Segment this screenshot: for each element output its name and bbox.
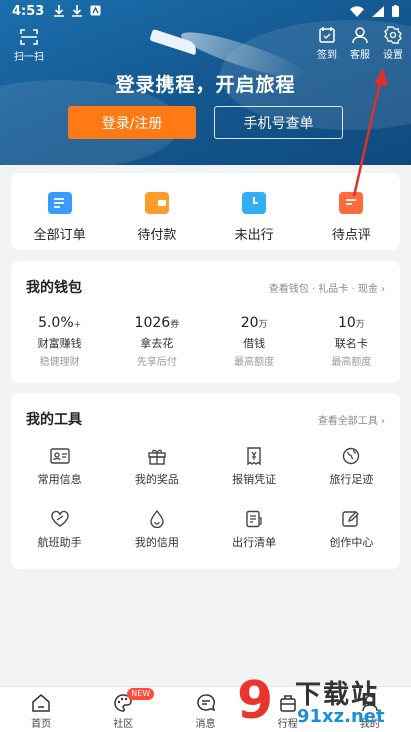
credit-drop-icon — [150, 510, 164, 528]
edit-icon — [342, 511, 360, 527]
wallet-item-wealth[interactable]: 5.0%+ 财富赚钱 稳健理财 — [11, 315, 108, 368]
tool-contact-info[interactable]: 常用信息 — [11, 447, 108, 487]
wallet-value: 5.0% — [38, 315, 74, 331]
tab-community[interactable]: NEW 社区 — [82, 687, 164, 732]
status-time: 4:53 — [12, 3, 45, 19]
order-unpaid-label: 待付款 — [137, 228, 177, 243]
status-bar: 4:53 — [0, 0, 411, 22]
heart-plane-icon — [50, 510, 69, 527]
gift-icon — [148, 449, 166, 465]
tools-title: 我的工具 — [26, 412, 82, 428]
clock-ticket-icon — [242, 192, 267, 214]
tool-flight-assistant[interactable]: 航班助手 — [11, 510, 108, 550]
scan-icon — [20, 29, 38, 45]
signin-button[interactable]: 签到 — [309, 26, 345, 61]
id-card-icon — [49, 448, 70, 464]
app-notification-icon — [90, 5, 101, 16]
tab-label: 社区 — [113, 719, 134, 730]
tool-label: 我的信用 — [134, 536, 179, 549]
wallet-title: 我的钱包 — [26, 280, 82, 296]
wallet-sublabel: 稳健理财 — [39, 357, 80, 368]
wallet-more-link[interactable]: 查看钱包 · 礼品卡 · 现金 › — [269, 280, 385, 295]
login-register-button[interactable]: 登录/注册 — [68, 106, 196, 139]
tool-creator-center[interactable]: 创作中心 — [303, 510, 400, 550]
tool-label: 常用信息 — [37, 473, 82, 486]
wallet-label: 联名卡 — [334, 337, 368, 350]
tools-card: 我的工具 查看全部工具 › 常用信息 我的奖品 报销凭证 旅行足迹 航班助手 我… — [11, 393, 400, 569]
scan-button[interactable]: 扫一扫 — [11, 28, 47, 63]
tool-travel-checklist[interactable]: 出行清单 — [206, 510, 303, 550]
service-person-icon — [352, 27, 368, 44]
order-upcoming-button[interactable]: 未出行 — [206, 173, 303, 250]
comment-icon — [339, 192, 364, 214]
order-upcoming-label: 未出行 — [234, 228, 274, 243]
wallet-unit: 万 — [355, 320, 365, 330]
calendar-check-icon — [319, 27, 335, 43]
download-icon — [54, 5, 65, 17]
tab-label: 首页 — [31, 719, 52, 730]
wallet-item-loan[interactable]: 20万 借钱 最高额度 — [206, 315, 303, 368]
wallet-sublabel: 最高额度 — [234, 357, 275, 368]
tool-my-prizes[interactable]: 我的奖品 — [108, 447, 205, 487]
service-label: 客服 — [350, 50, 370, 61]
tab-messages[interactable]: 消息 — [164, 687, 246, 732]
tool-label: 出行清单 — [232, 536, 277, 549]
download-icon — [72, 5, 83, 17]
order-shortcuts-card: 全部订单 待付款 未出行 待点评 — [11, 173, 400, 250]
wallet-value: 20 — [240, 315, 259, 331]
message-icon — [196, 694, 215, 712]
watermark-logo: 9 — [237, 671, 274, 731]
login-prompt-title: 登录携程，开启旅程 — [115, 74, 296, 96]
tool-travel-footprint[interactable]: 旅行足迹 — [303, 447, 400, 487]
customer-service-button[interactable]: 客服 — [342, 26, 378, 61]
wallet-item-nqh[interactable]: 1026券 拿去花 先享后付 — [108, 315, 205, 368]
site-watermark: 9 下载站 91xz.net — [237, 672, 407, 732]
wifi-icon — [350, 5, 364, 17]
tool-label: 创作中心 — [329, 536, 374, 549]
tool-my-credit[interactable]: 我的信用 — [108, 510, 205, 550]
tab-home[interactable]: 首页 — [0, 687, 82, 732]
gear-icon — [384, 26, 402, 44]
tools-more-link[interactable]: 查看全部工具 › — [318, 412, 385, 427]
watermark-url: 91xz.net — [297, 706, 385, 727]
globe-icon — [343, 447, 360, 465]
wallet-sublabel: 最高额度 — [331, 357, 372, 368]
wallet-icon — [144, 192, 169, 214]
settings-label: 设置 — [383, 50, 403, 61]
signin-label: 签到 — [317, 50, 337, 61]
notification-icons — [54, 5, 101, 17]
order-all-button[interactable]: 全部订单 — [11, 173, 108, 250]
tool-label: 航班助手 — [37, 536, 82, 549]
phone-order-lookup-button[interactable]: 手机号查单 — [214, 106, 343, 139]
settings-button[interactable]: 设置 — [375, 26, 411, 61]
wallet-unit: 券 — [170, 320, 180, 330]
order-review-button[interactable]: 待点评 — [303, 173, 400, 250]
tool-reimbursement[interactable]: 报销凭证 — [206, 447, 303, 487]
home-icon — [32, 694, 50, 712]
signal-icon — [372, 5, 384, 17]
wallet-unit: 万 — [258, 320, 268, 330]
wallet-value: 10 — [337, 315, 356, 331]
order-all-label: 全部订单 — [33, 228, 86, 243]
tool-label: 我的奖品 — [134, 473, 179, 486]
order-unpaid-button[interactable]: 待付款 — [108, 173, 205, 250]
tab-label: 消息 — [195, 719, 216, 730]
battery-icon — [392, 5, 399, 17]
wallet-sublabel: 先享后付 — [136, 357, 177, 368]
wallet-label: 财富赚钱 — [37, 337, 82, 350]
checklist-icon — [246, 510, 262, 528]
wallet-card: 我的钱包 查看钱包 · 礼品卡 · 现金 › 5.0%+ 财富赚钱 稳健理财 1… — [11, 261, 400, 383]
scan-label: 扫一扫 — [14, 52, 44, 63]
wallet-unit: + — [73, 320, 82, 330]
order-review-label: 待点评 — [331, 228, 371, 243]
wallet-label: 拿去花 — [140, 337, 174, 350]
tool-label: 报销凭证 — [232, 473, 277, 486]
order-list-icon — [47, 192, 72, 214]
wallet-value: 1026 — [134, 315, 171, 331]
receipt-icon — [247, 447, 261, 465]
wallet-item-cobrand-card[interactable]: 10万 联名卡 最高额度 — [303, 315, 400, 368]
wallet-label: 借钱 — [243, 337, 266, 350]
tool-label: 旅行足迹 — [329, 473, 374, 486]
new-badge: NEW — [127, 688, 155, 700]
